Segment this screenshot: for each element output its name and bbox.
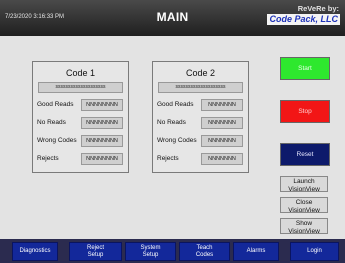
nav-label-line-1: System <box>140 245 161 251</box>
wrong-codes-value: NNNNNNN <box>201 135 243 147</box>
panel-title: Code 2 <box>185 68 216 78</box>
good-reads-label: Good Reads <box>37 101 74 108</box>
no-reads-value: NNNNNNNN <box>81 117 123 129</box>
wrong-codes-label: Wrong Codes <box>37 137 77 144</box>
start-button[interactable]: Start <box>280 57 330 80</box>
button-label-line-1: Show <box>295 220 313 227</box>
panel-title: Code 1 <box>65 68 96 78</box>
button-label-line-2: VisionView <box>288 206 320 214</box>
code-string-field: ssssssssssssssssssss <box>158 82 243 93</box>
no-reads-value: NNNNNNN <box>201 117 243 129</box>
brand-line-1: ReVeRe by: <box>297 4 339 13</box>
brand-logo: Code Pack, LLC <box>267 14 340 25</box>
rejects-label: Rejects <box>157 155 179 162</box>
good-reads-label: Good Reads <box>157 101 194 108</box>
stop-button[interactable]: Stop <box>280 100 330 123</box>
nav-alarms-button[interactable]: Alarms <box>233 242 279 261</box>
code-2-panel: Code 2 ssssssssssssssssssss Good Reads N… <box>152 61 249 173</box>
nav-system-setup-button[interactable]: System Setup <box>125 242 176 261</box>
wrong-codes-label: Wrong Codes <box>157 137 197 144</box>
nav-label-line-2: Codes <box>195 252 214 258</box>
nav-reject-setup-button[interactable]: Reject Setup <box>69 242 122 261</box>
reset-button[interactable]: Reset <box>280 143 330 166</box>
button-label-line-2: VisionView <box>288 185 320 193</box>
no-reads-label: No Reads <box>157 119 186 126</box>
show-visionview-button[interactable]: Show VisionView <box>280 218 328 235</box>
nav-login-button[interactable]: Login <box>290 242 339 261</box>
no-reads-label: No Reads <box>37 119 66 126</box>
button-label-line-1: Launch <box>293 178 315 185</box>
good-reads-value: NNNNNNNN <box>81 99 123 111</box>
rejects-value: NNNNNNN <box>201 153 243 165</box>
nav-diagnostics-button[interactable]: Diagnostics <box>12 242 58 261</box>
nav-label-line-1: Reject <box>86 245 104 251</box>
button-label-line-1: Close <box>295 199 313 206</box>
button-label-line-2: VisionView <box>288 227 320 235</box>
rejects-label: Rejects <box>37 155 59 162</box>
rejects-value: NNNNNNNN <box>81 153 123 165</box>
nav-teach-codes-button[interactable]: Teach Codes <box>179 242 230 261</box>
code-string-field: ssssssssssssssssssss <box>38 82 123 93</box>
code-1-panel: Code 1 ssssssssssssssssssss Good Reads N… <box>32 61 129 173</box>
nav-label-line-1: Teach <box>196 245 213 251</box>
close-visionview-button[interactable]: Close VisionView <box>280 197 328 214</box>
nav-label-line-2: Setup <box>87 252 104 258</box>
wrong-codes-value: NNNNNNNN <box>81 135 123 147</box>
good-reads-value: NNNNNNN <box>201 99 243 111</box>
launch-visionview-button[interactable]: Launch VisionView <box>280 176 328 193</box>
nav-label-line-2: Setup <box>142 252 159 258</box>
